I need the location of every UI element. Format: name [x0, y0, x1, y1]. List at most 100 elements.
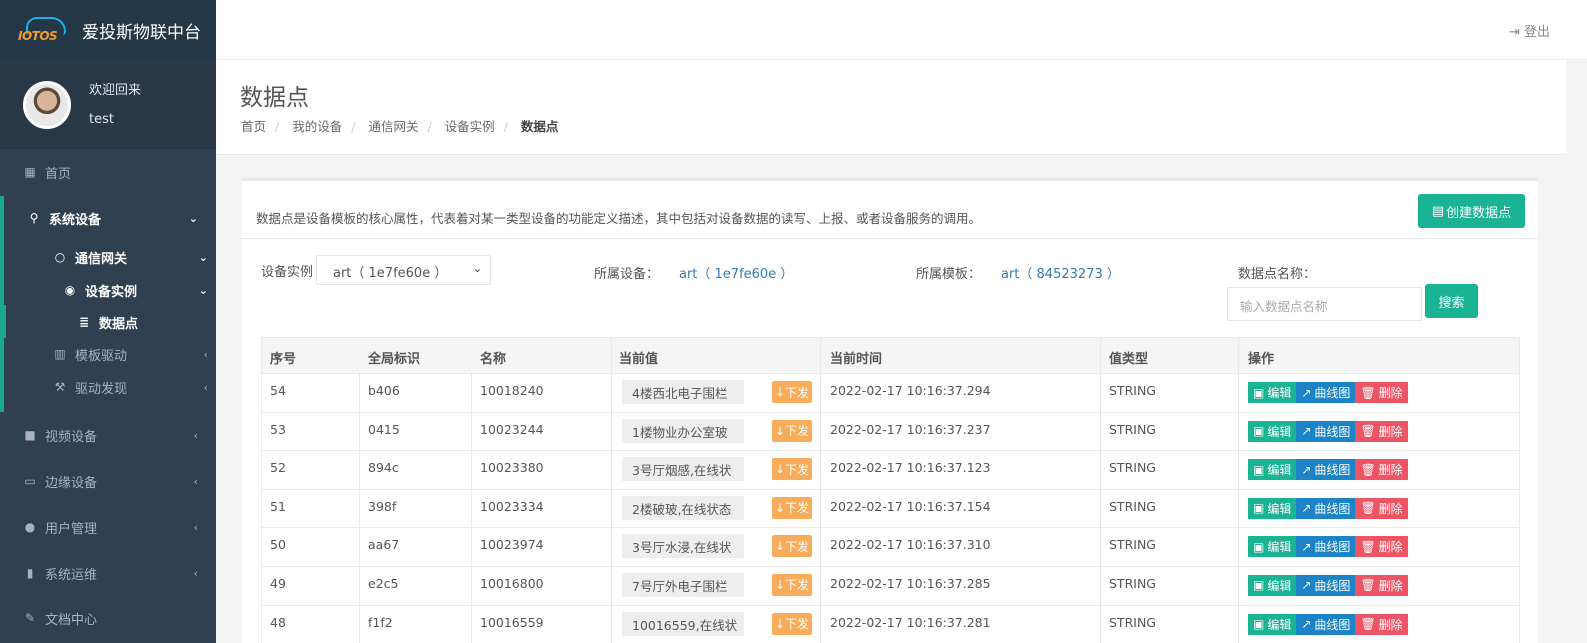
sidebar-item-video-devices[interactable]: ■ 视频设备 ‹ [0, 423, 216, 447]
sign-out-icon: ⇥ [1508, 25, 1520, 40]
cell-name: 10023380 [480, 460, 544, 476]
delete-button[interactable]: 🗑 删除 [1355, 536, 1408, 558]
arrow-down-icon: ↓ [774, 462, 786, 477]
description-text: 数据点是设备模板的核心属性，代表着对某一类型设备的功能定义描述，其中包括对设备数… [256, 211, 982, 226]
header-current-value[interactable]: 当前值 [619, 348, 658, 367]
sidebar-item-template-driver[interactable]: ▥ 模板驱动 ‹ [0, 342, 216, 366]
delete-button[interactable]: 🗑 删除 [1355, 459, 1408, 481]
edit-button[interactable]: ▣ 编辑 [1248, 382, 1297, 403]
send-button[interactable]: ↓ 下发 [772, 419, 812, 442]
device-link[interactable]: art（ 1e7fe60e ） [679, 263, 793, 282]
trash-icon: 🗑 [1360, 424, 1376, 439]
cell-name: 10023974 [480, 537, 544, 553]
curve-button[interactable]: ↗ 曲线图 [1296, 459, 1356, 481]
cell-name: 10016800 [480, 575, 544, 591]
device-instance-select[interactable]: art（ 1e7fe60e ） ⌄ [316, 255, 491, 285]
data-points-table: 序号 全局标识 名称 当前值 当前时间 值类型 操作 54 b406 1001824… [261, 337, 1520, 643]
header-name[interactable]: 名称 [480, 348, 506, 367]
table-row: 53 0415 10023244 1楼物业办公室玻 ↓ 下发 2022-02-17 10:1… [261, 412, 1520, 452]
edit-button[interactable]: ▣ 编辑 [1248, 536, 1297, 558]
copy-icon: ▣ [1253, 501, 1265, 516]
iotos-logo: IOTOS [18, 17, 68, 43]
sidebar-item-gateway[interactable]: ○ 通信网关 ⌄ [0, 245, 216, 269]
current-value-input[interactable]: 7号厅外电子围栏 [622, 572, 744, 597]
delete-button[interactable]: 🗑 删除 [1355, 382, 1408, 403]
current-value-input[interactable]: 4楼西北电子围栏 [622, 380, 744, 404]
logout-link[interactable]: ⇥ 登出 [1509, 21, 1550, 40]
cell-no: 48 [270, 614, 286, 630]
table-row: 49 e2c5 10016800 7号厅外电子围栏 ↓ 下发 2022-02-17 10:1… [261, 566, 1520, 606]
video-icon: ■ [24, 428, 36, 442]
edit-button[interactable]: ▣ 编辑 [1248, 459, 1297, 481]
header-actions: 操作 [1248, 352, 1275, 367]
current-value-input[interactable]: 2楼破玻,在线状态 [622, 495, 744, 520]
curve-button[interactable]: ↗ 曲线图 [1296, 497, 1356, 519]
rebel-icon: ◉ [64, 283, 76, 297]
current-value-input[interactable]: 10016559,在线状 [622, 611, 744, 636]
curve-button[interactable]: ↗ 曲线图 [1296, 574, 1356, 596]
data-point-name-input[interactable]: 输入数据点名称 [1227, 287, 1422, 321]
cell-no: 54 [270, 383, 286, 398]
edit-button[interactable]: ▣ 编辑 [1248, 574, 1297, 596]
breadcrumb-home[interactable]: 首页 [241, 119, 266, 134]
cell-global-id: aa67 [368, 537, 400, 553]
cell-no: 50 [270, 537, 286, 553]
delete-button[interactable]: 🗑 删除 [1355, 420, 1408, 442]
breadcrumb-gateway[interactable]: 通信网关 [368, 119, 418, 134]
send-button[interactable]: ↓ 下发 [772, 458, 812, 481]
search-button[interactable]: 搜索 [1425, 284, 1478, 318]
chevron-left-icon: ‹ [203, 380, 208, 394]
header-global-id[interactable]: 全局标识 [368, 348, 420, 367]
user-icon: ● [24, 520, 36, 534]
sidebar-item-system-devices[interactable]: ⚲ 系统设备 ⌄ [0, 206, 216, 230]
send-button[interactable]: ↓ 下发 [772, 573, 812, 596]
sitemap-icon: ⚲ [29, 211, 39, 225]
send-button[interactable]: ↓ 下发 [772, 496, 812, 519]
sidebar-item-edge-devices[interactable]: ▭ 边缘设备 ‹ [0, 469, 216, 493]
curve-button[interactable]: ↗ 曲线图 [1296, 420, 1356, 442]
cell-no: 53 [270, 421, 286, 437]
send-button[interactable]: ↓ 下发 [772, 612, 812, 635]
sidebar-item-driver-discovery[interactable]: ⚒ 驱动发现 ‹ [0, 375, 216, 399]
sidebar-item-system-ops[interactable]: ▮ 系统运维 ‹ [0, 561, 216, 585]
current-value-input[interactable]: 1楼物业办公室玻 [622, 418, 744, 443]
content-panel: 数据点是设备模板的核心属性，代表着对某一类型设备的功能定义描述，其中包括对设备数… [241, 178, 1538, 643]
data-point-name-label: 数据点名称： [1238, 267, 1317, 282]
header-current-time[interactable]: 当前时间 [830, 348, 882, 367]
sidebar-item-data-points[interactable]: ≣ 数据点 [0, 310, 216, 334]
send-button[interactable]: ↓ 下发 [772, 381, 812, 403]
header-value-type[interactable]: 值类型 [1109, 348, 1148, 367]
send-button[interactable]: ↓ 下发 [772, 535, 812, 558]
breadcrumb-my-devices[interactable]: 我的设备 [292, 119, 342, 134]
copy-icon: ▣ [1253, 385, 1265, 400]
current-value-input[interactable]: 3号厅水浸,在线状 [622, 534, 744, 559]
curve-button[interactable]: ↗ 曲线图 [1296, 382, 1356, 403]
template-link[interactable]: art（ 84523273 ） [1001, 263, 1120, 282]
table-row: 54 b406 10018240 4楼西北电子围栏 ↓ 下发 2022-02-17 10:1… [261, 374, 1520, 413]
breadcrumb-device-instance[interactable]: 设备实例 [445, 119, 495, 134]
delete-button[interactable]: 🗑 删除 [1355, 613, 1408, 635]
edit-button[interactable]: ▣ 编辑 [1248, 420, 1297, 442]
header-no[interactable]: 序号 [270, 348, 296, 367]
chevron-left-icon: ‹ [193, 428, 198, 442]
create-data-point-button[interactable]: ▤ 创建数据点 [1418, 194, 1525, 228]
line-chart-icon: ↗ [1301, 501, 1312, 516]
cell-time: 2022-02-17 10:16:37.310 [830, 537, 991, 553]
bar-chart-icon: ▮ [26, 566, 34, 580]
current-value-input[interactable]: 3号厅烟感,在线状 [622, 457, 744, 482]
username: test [89, 111, 114, 127]
avatar[interactable] [23, 80, 71, 129]
cell-name: 10018240 [480, 383, 544, 398]
sidebar-item-home[interactable]: ▦ 首页 [0, 160, 216, 184]
edit-button[interactable]: ▣ 编辑 [1248, 497, 1297, 519]
curve-button[interactable]: ↗ 曲线图 [1296, 536, 1356, 558]
sidebar-item-device-instance[interactable]: ◉ 设备实例 ⌄ [0, 278, 216, 302]
curve-button[interactable]: ↗ 曲线图 [1296, 613, 1356, 635]
dashboard-icon: ▦ [24, 165, 36, 179]
delete-button[interactable]: 🗑 删除 [1355, 574, 1408, 596]
sidebar-item-user-management[interactable]: ● 用户管理 ‹ [0, 515, 216, 539]
sidebar-item-docs[interactable]: ✎ 文档中心 [0, 606, 216, 630]
cell-global-id: 0415 [368, 421, 400, 437]
edit-button[interactable]: ▣ 编辑 [1248, 613, 1297, 635]
delete-button[interactable]: 🗑 删除 [1355, 497, 1408, 519]
